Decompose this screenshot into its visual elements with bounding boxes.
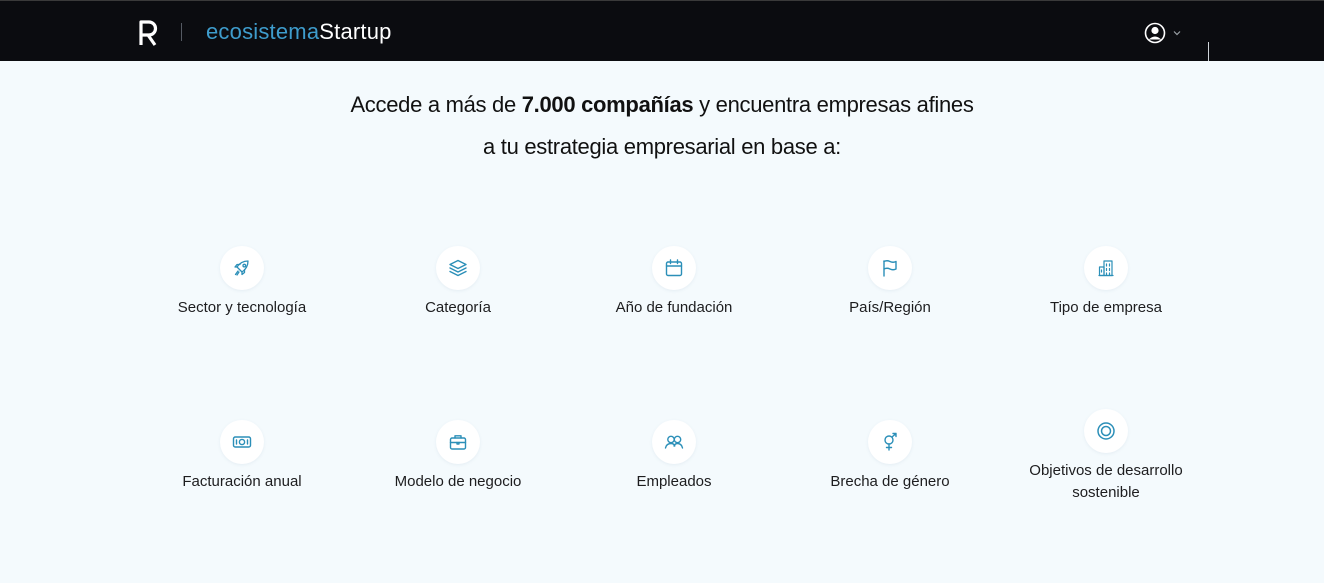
brand-part-1: ecosistema — [206, 19, 320, 44]
filter-employees[interactable]: Empleados — [569, 420, 779, 493]
filter-label: Objetivos de desarrollo sostenible — [1029, 462, 1183, 501]
headline-line-2: a tu estrategia empresarial en base a: — [483, 134, 841, 159]
flag-icon — [868, 246, 912, 290]
filter-country[interactable]: País/Región — [785, 246, 995, 319]
headline-line-1: Accede a más de 7.000 compañías y encuen… — [0, 84, 1324, 126]
headline-post: y encuentra empresas afines — [693, 92, 974, 117]
calendar-icon — [652, 246, 696, 290]
filter-label: Empleados — [636, 473, 712, 490]
target-icon — [1084, 409, 1128, 453]
rocket-icon — [220, 246, 264, 290]
top-navbar: ecosistemaStartup — [0, 0, 1324, 61]
briefcase-icon — [436, 420, 480, 464]
filter-label: País/Región — [849, 299, 931, 316]
headline-highlight: 7.000 compañías — [521, 92, 694, 117]
logo-r-icon[interactable] — [138, 19, 158, 47]
gender-icon — [868, 420, 912, 464]
logo-divider — [181, 23, 182, 41]
filter-label: Año de fundación — [615, 299, 733, 316]
chevron-down-icon — [1173, 31, 1181, 36]
layers-icon — [436, 246, 480, 290]
filter-gender-gap[interactable]: Brecha de género — [785, 420, 995, 493]
filter-label: Tipo de empresa — [1049, 299, 1162, 316]
filter-label: Sector y tecnología — [177, 299, 307, 316]
building-icon — [1084, 246, 1128, 290]
filter-annual-revenue[interactable]: Facturación anual — [137, 420, 347, 493]
filter-company-type[interactable]: Tipo de empresa — [1001, 246, 1211, 319]
text-cursor — [1208, 42, 1209, 61]
user-menu-button[interactable] — [1144, 21, 1190, 45]
banknote-icon — [220, 420, 264, 464]
filter-label: Modelo de negocio — [394, 473, 522, 490]
headline-pre: Accede a más de — [350, 92, 522, 117]
filter-sdg[interactable]: Objetivos de desarrollo sostenible — [1001, 409, 1211, 504]
filter-business-model[interactable]: Modelo de negocio — [353, 420, 563, 493]
filter-category[interactable]: Categoría — [353, 246, 563, 319]
filter-label: Brecha de género — [830, 473, 950, 490]
brand-logo[interactable]: ecosistemaStartup — [206, 18, 392, 46]
filter-label: Categoría — [425, 299, 491, 316]
filter-sector[interactable]: Sector y tecnología — [137, 246, 347, 319]
page-headline: Accede a más de 7.000 compañías y encuen… — [0, 84, 1324, 168]
user-avatar-icon — [1144, 22, 1166, 44]
filter-label: Facturación anual — [182, 473, 302, 490]
brand-part-2: Startup — [319, 19, 392, 44]
filter-founding-year[interactable]: Año de fundación — [569, 246, 779, 319]
users-icon — [652, 420, 696, 464]
